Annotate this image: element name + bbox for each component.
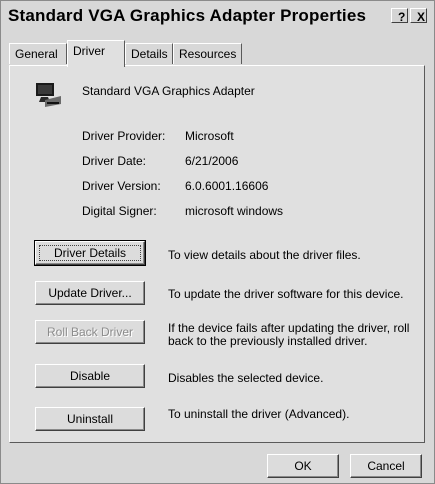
roll-back-driver-button: Roll Back Driver (35, 320, 145, 344)
window-title: Standard VGA Graphics Adapter Properties (8, 6, 367, 25)
properties-dialog: Standard VGA Graphics Adapter Properties… (0, 0, 435, 484)
close-button[interactable]: X (410, 8, 427, 24)
cancel-button[interactable]: Cancel (350, 454, 422, 478)
driver-version-label: Driver Version: (82, 179, 161, 193)
driver-details-description: To view details about the driver files. (168, 248, 361, 262)
device-name: Standard VGA Graphics Adapter (82, 84, 255, 98)
tab-resources[interactable]: Resources (173, 43, 242, 64)
roll-back-driver-description: If the device fails after updating the d… (168, 321, 410, 348)
update-driver-button[interactable]: Update Driver... (35, 281, 145, 305)
tab-general[interactable]: General (9, 43, 67, 64)
title-bar[interactable]: Standard VGA Graphics Adapter Properties… (1, 1, 434, 31)
driver-date-value: 6/21/2006 (185, 154, 239, 168)
update-driver-description: To update the driver software for this d… (168, 287, 404, 301)
ok-button[interactable]: OK (267, 454, 339, 478)
digital-signer-label: Digital Signer: (82, 204, 157, 218)
disable-description: Disables the selected device. (168, 371, 324, 385)
tab-details[interactable]: Details (125, 43, 173, 64)
tab-driver[interactable]: Driver (67, 40, 125, 67)
uninstall-button[interactable]: Uninstall (35, 407, 145, 431)
driver-details-button[interactable]: Driver Details (34, 240, 146, 266)
disable-button[interactable]: Disable (35, 364, 145, 388)
driver-provider-value: Microsoft (185, 129, 234, 143)
driver-provider-label: Driver Provider: (82, 129, 166, 143)
driver-tab-panel: Standard VGA Graphics Adapter Driver Pro… (9, 65, 425, 443)
uninstall-description: To uninstall the driver (Advanced). (168, 407, 350, 421)
display-adapter-icon (33, 78, 63, 108)
driver-date-label: Driver Date: (82, 154, 147, 168)
help-button[interactable]: ? (391, 8, 408, 24)
driver-version-value: 6.0.6001.16606 (185, 179, 269, 193)
digital-signer-value: microsoft windows (185, 204, 284, 218)
